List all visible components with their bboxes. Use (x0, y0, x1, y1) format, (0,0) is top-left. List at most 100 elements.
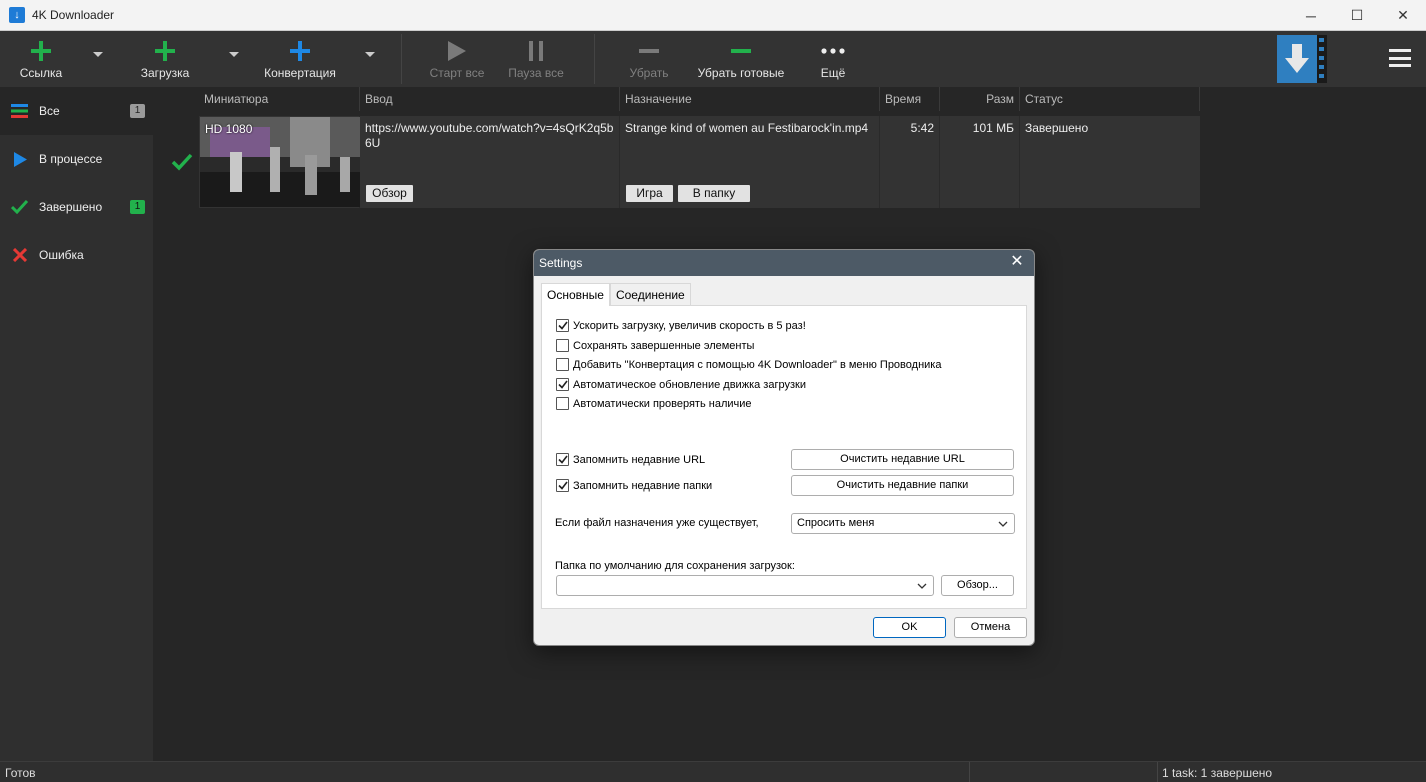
status-left-text: Готов (5, 766, 36, 780)
add-download-dropdown-icon[interactable] (229, 52, 239, 57)
status-text: Завершено (1025, 121, 1089, 135)
video-thumbnail[interactable]: HD 1080 (200, 117, 360, 207)
checkbox-box[interactable] (556, 378, 569, 391)
checkbox-label: Ускорить загрузку, увеличив скорость в 5… (573, 319, 806, 332)
brand-logo-icon (1277, 35, 1327, 83)
plus-icon (31, 39, 51, 63)
checkbox-label: Автоматически проверять наличие (573, 397, 752, 410)
minimize-button[interactable]: ─ (1288, 0, 1334, 31)
tab-general[interactable]: Основные (541, 283, 610, 306)
sidebar-item-label: Завершено (39, 200, 103, 214)
sidebar-item-completed[interactable]: Завершено 1 (0, 183, 153, 231)
checkbox-box[interactable] (556, 339, 569, 352)
pause-all-label: Пауза все (508, 66, 564, 80)
input-cell: https://www.youtube.com/watch?v=4sQrK2q5… (360, 116, 620, 208)
checkbox-box[interactable] (556, 319, 569, 332)
checkbox-box[interactable] (556, 479, 569, 492)
checkbox-keep-completed[interactable]: Сохранять завершенные элементы (556, 339, 754, 352)
browse-source-button[interactable]: Обзор (366, 185, 413, 202)
column-header-input[interactable]: Ввод (360, 87, 620, 111)
window-controls: ─ ☐ ✕ (1288, 0, 1426, 31)
toolbar-divider (594, 34, 595, 84)
count-badge: 1 (130, 200, 145, 214)
sidebar-item-in-progress[interactable]: В процессе (0, 135, 153, 183)
pause-all-button[interactable]: Пауза все (508, 31, 564, 87)
column-header-status[interactable]: Статус (1020, 87, 1200, 111)
minus-icon (639, 39, 659, 63)
column-header-size[interactable]: Разм (940, 87, 1020, 111)
chevron-down-icon (917, 583, 927, 589)
sidebar-item-label: Все (39, 104, 60, 118)
checkbox-label: Сохранять завершенные элементы (573, 339, 755, 352)
status-divider (1157, 762, 1158, 782)
file-exists-label: Если файл назначения уже существует, (555, 517, 759, 529)
add-link-label: Ссылка (19, 66, 63, 80)
start-all-button[interactable]: Старт все (429, 31, 485, 87)
file-exists-value: Спросить меня (797, 517, 875, 529)
more-button[interactable]: Ещё (816, 31, 850, 87)
convert-label: Конвертация (264, 66, 336, 80)
checkbox-box[interactable] (556, 397, 569, 410)
checkbox-box[interactable] (556, 358, 569, 371)
completed-check-icon (171, 153, 193, 174)
chevron-down-icon (998, 521, 1008, 527)
column-header-time[interactable]: Время (880, 87, 940, 111)
column-header-thumbnail[interactable]: Миниатюра (199, 87, 360, 111)
convert-button[interactable]: Конвертация (263, 31, 337, 87)
sidebar: Все 1 В процессе Завершено 1 Ошибка (0, 87, 153, 761)
start-all-label: Старт все (429, 66, 485, 80)
default-folder-combo[interactable] (556, 575, 934, 596)
plus-icon (290, 39, 310, 63)
hamburger-menu-icon[interactable] (1389, 49, 1411, 67)
count-badge: 1 (130, 104, 145, 118)
checkbox-label: Запомнить недавние папки (573, 479, 713, 492)
dialog-title-bar: Settings ✕ (534, 250, 1034, 276)
checkbox-speedup[interactable]: Ускорить загрузку, увеличив скорость в 5… (556, 319, 806, 332)
checkbox-remember-urls[interactable]: Запомнить недавние URL (556, 453, 705, 466)
tab-connection[interactable]: Соединение (609, 283, 691, 305)
sidebar-item-label: Ошибка (39, 248, 84, 262)
quality-label: HD 1080 (205, 122, 253, 136)
x-icon (11, 247, 28, 264)
convert-dropdown-icon[interactable] (365, 52, 375, 57)
add-link-dropdown-icon[interactable] (93, 52, 103, 57)
open-folder-button[interactable]: В папку (678, 185, 750, 202)
checkbox-box[interactable] (556, 453, 569, 466)
browse-folder-button[interactable]: Обзор... (941, 575, 1014, 596)
table-row[interactable]: HD 1080 https://www.youtube.com/watch?v=… (199, 116, 1200, 208)
play-button[interactable]: Игра (626, 185, 673, 202)
remove-done-label: Убрать готовые (697, 66, 785, 80)
settings-dialog: Settings ✕ Основные Соединение Ускорить … (533, 249, 1035, 646)
clear-folders-button[interactable]: Очистить недавние папки (791, 475, 1014, 496)
more-dots-icon (821, 39, 845, 63)
maximize-button[interactable]: ☐ (1334, 0, 1380, 31)
clear-urls-button[interactable]: Очистить недавние URL (791, 449, 1014, 470)
checkbox-auto-check[interactable]: Автоматически проверять наличие (556, 397, 752, 410)
remove-label: Убрать (629, 66, 669, 80)
cancel-button[interactable]: Отмена (954, 617, 1027, 638)
checkbox-remember-folders[interactable]: Запомнить недавние папки (556, 479, 712, 492)
add-link-button[interactable]: Ссылка (18, 31, 64, 87)
ok-button[interactable]: OK (873, 617, 946, 638)
toolbar: Ссылка Загрузка Конвертация Старт все Па… (0, 31, 1426, 87)
add-download-button[interactable]: Загрузка (139, 31, 191, 87)
checkbox-explorer-menu[interactable]: Добавить "Конвертация с помощью 4K Downl… (556, 358, 941, 371)
remove-done-button[interactable]: Убрать готовые (697, 31, 785, 87)
sidebar-item-all[interactable]: Все 1 (0, 87, 153, 135)
dialog-title: Settings (539, 256, 583, 270)
size-cell: 101 МБ (940, 116, 1020, 208)
status-divider (969, 762, 970, 782)
window-title: 4K Downloader (32, 8, 115, 22)
checkbox-label: Запомнить недавние URL (573, 453, 706, 466)
checkbox-auto-update[interactable]: Автоматическое обновление движка загрузк… (556, 378, 806, 391)
play-icon (448, 39, 466, 63)
file-exists-select[interactable]: Спросить меня (791, 513, 1015, 534)
column-header-destination[interactable]: Назначение (620, 87, 880, 111)
file-size: 101 МБ (972, 121, 1014, 135)
status-right-text: 1 task: 1 завершено (1162, 766, 1273, 780)
sidebar-item-error[interactable]: Ошибка (0, 231, 153, 279)
close-icon[interactable]: ✕ (1009, 254, 1025, 270)
close-button[interactable]: ✕ (1380, 0, 1426, 31)
destination-file: Strange kind of women au Festibarock'in.… (625, 121, 869, 135)
remove-button[interactable]: Убрать (627, 31, 671, 87)
